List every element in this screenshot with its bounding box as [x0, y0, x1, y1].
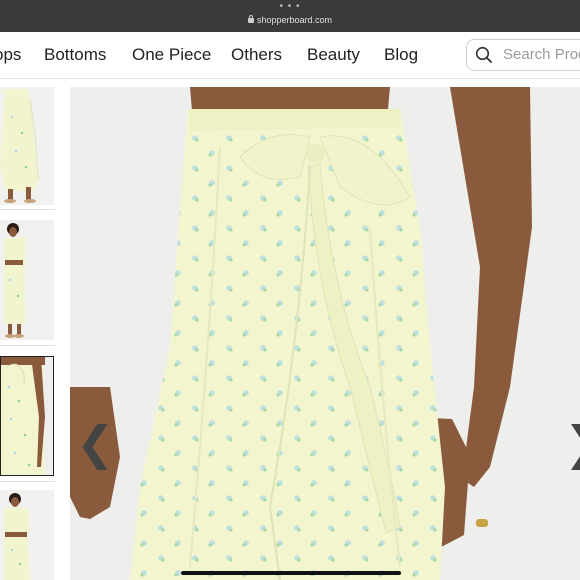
thumbnail-separator — [0, 209, 55, 210]
thumbnail-4[interactable] — [0, 490, 54, 580]
thumbnail-separator — [0, 345, 55, 346]
thumbnail-3[interactable] — [0, 356, 54, 476]
prev-image-arrow[interactable]: ❮ — [76, 420, 115, 466]
next-image-arrow[interactable]: ❯ — [564, 420, 580, 466]
nav-item-beauty[interactable]: Beauty — [307, 45, 360, 65]
thumbnail-separator — [0, 481, 55, 482]
search-box[interactable]: Search Prod — [466, 39, 580, 71]
thumbnail-image — [0, 220, 54, 340]
thumbnail-2[interactable] — [0, 220, 54, 340]
nav-item-tops[interactable]: ops — [0, 45, 21, 65]
browser-top-bar: • • • shopperboard.com — [0, 0, 580, 32]
search-icon — [475, 46, 492, 63]
main-product-image: ❮ ❯ — [70, 87, 580, 580]
nav-item-bottoms[interactable]: Bottoms — [44, 45, 106, 65]
site-navigation: ops Bottoms One Piece Others Beauty Blog… — [0, 32, 580, 79]
thumbnail-image — [0, 87, 54, 205]
thumbnail-image — [0, 490, 54, 580]
address-bar[interactable]: shopperboard.com — [0, 14, 580, 26]
search-input[interactable]: Search Prod — [503, 46, 580, 63]
thumbnail-1[interactable] — [0, 87, 54, 205]
browser-menu-dots[interactable]: • • • — [0, 2, 580, 12]
nav-item-others[interactable]: Others — [231, 45, 282, 65]
url-text: shopperboard.com — [256, 15, 333, 25]
skirt-photo — [70, 87, 580, 580]
thumbnail-image — [1, 357, 53, 475]
lock-icon — [247, 15, 254, 23]
home-indicator-bar — [181, 571, 401, 575]
nav-item-blog[interactable]: Blog — [384, 45, 418, 65]
nav-item-one-piece[interactable]: One Piece — [132, 45, 211, 65]
